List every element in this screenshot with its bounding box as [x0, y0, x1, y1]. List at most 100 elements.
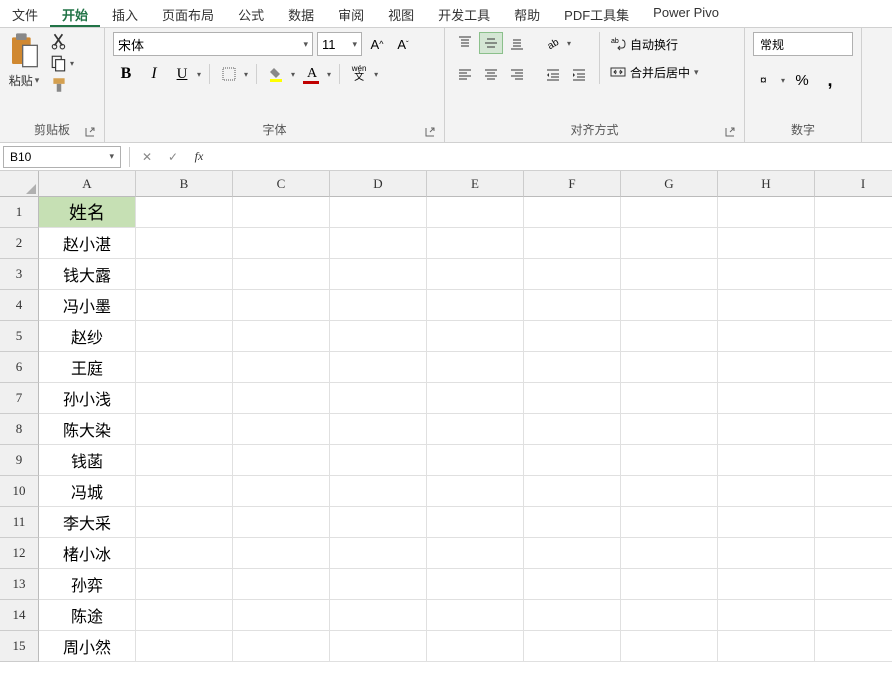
percent-format-button[interactable]: % [789, 68, 815, 92]
row-header[interactable]: 10 [0, 476, 39, 507]
cell-I12[interactable] [815, 538, 892, 569]
cell-E8[interactable] [427, 414, 524, 445]
cell-F9[interactable] [524, 445, 621, 476]
cell-C14[interactable] [233, 600, 330, 631]
cell-B10[interactable] [136, 476, 233, 507]
accounting-dropdown[interactable]: ▾ [779, 76, 787, 85]
col-header-d[interactable]: D [330, 171, 427, 197]
cell-D1[interactable] [330, 197, 427, 228]
col-header-a[interactable]: A [39, 171, 136, 197]
cell-B4[interactable] [136, 290, 233, 321]
cell-E10[interactable] [427, 476, 524, 507]
cell-D8[interactable] [330, 414, 427, 445]
cell-F11[interactable] [524, 507, 621, 538]
cell-A13[interactable]: 孙弈 [39, 569, 136, 600]
cell-G6[interactable] [621, 352, 718, 383]
cell-I15[interactable] [815, 631, 892, 662]
cell-F12[interactable] [524, 538, 621, 569]
align-middle[interactable] [479, 32, 503, 54]
align-center[interactable] [479, 64, 503, 86]
cell-I14[interactable] [815, 600, 892, 631]
row-header[interactable]: 9 [0, 445, 39, 476]
cell-A4[interactable]: 冯小墨 [39, 290, 136, 321]
phonetic-button[interactable]: wén文 [346, 62, 372, 86]
cell-A7[interactable]: 孙小浅 [39, 383, 136, 414]
paste-button[interactable]: 粘贴 ▾ [9, 72, 40, 89]
increase-font-size[interactable]: A^ [366, 33, 388, 55]
cell-I7[interactable] [815, 383, 892, 414]
menu-insert[interactable]: 插入 [100, 0, 150, 27]
cell-C9[interactable] [233, 445, 330, 476]
align-bottom[interactable] [505, 32, 529, 54]
cell-A2[interactable]: 赵小湛 [39, 228, 136, 259]
cell-B9[interactable] [136, 445, 233, 476]
row-header[interactable]: 11 [0, 507, 39, 538]
cell-H7[interactable] [718, 383, 815, 414]
col-header-i[interactable]: I [815, 171, 892, 197]
cell-H1[interactable] [718, 197, 815, 228]
row-header[interactable]: 12 [0, 538, 39, 569]
cell-E2[interactable] [427, 228, 524, 259]
cell-H14[interactable] [718, 600, 815, 631]
menu-developer[interactable]: 开发工具 [426, 0, 502, 27]
cell-I9[interactable] [815, 445, 892, 476]
cell-I10[interactable] [815, 476, 892, 507]
menu-home[interactable]: 开始 [50, 0, 100, 27]
cell-I2[interactable] [815, 228, 892, 259]
cell-I8[interactable] [815, 414, 892, 445]
cell-C4[interactable] [233, 290, 330, 321]
col-header-e[interactable]: E [427, 171, 524, 197]
wrap-text-button[interactable]: ab 自动换行 [606, 32, 703, 56]
cell-A12[interactable]: 楮小冰 [39, 538, 136, 569]
row-header[interactable]: 2 [0, 228, 39, 259]
cell-A8[interactable]: 陈大染 [39, 414, 136, 445]
cell-H13[interactable] [718, 569, 815, 600]
cell-I5[interactable] [815, 321, 892, 352]
cell-D7[interactable] [330, 383, 427, 414]
row-header[interactable]: 13 [0, 569, 39, 600]
cell-D5[interactable] [330, 321, 427, 352]
cell-F13[interactable] [524, 569, 621, 600]
cell-C12[interactable] [233, 538, 330, 569]
cell-B1[interactable] [136, 197, 233, 228]
cancel-formula-icon[interactable]: ✕ [138, 148, 156, 166]
copy-icon[interactable] [50, 54, 68, 72]
cell-I1[interactable] [815, 197, 892, 228]
cell-E15[interactable] [427, 631, 524, 662]
cell-E7[interactable] [427, 383, 524, 414]
col-header-c[interactable]: C [233, 171, 330, 197]
cell-G15[interactable] [621, 631, 718, 662]
cell-B15[interactable] [136, 631, 233, 662]
cell-E6[interactable] [427, 352, 524, 383]
bold-button[interactable]: B [113, 62, 139, 86]
cell-D6[interactable] [330, 352, 427, 383]
cell-F8[interactable] [524, 414, 621, 445]
cell-C11[interactable] [233, 507, 330, 538]
cell-G13[interactable] [621, 569, 718, 600]
align-right[interactable] [505, 64, 529, 86]
select-all-corner[interactable] [0, 171, 39, 197]
orientation-dropdown[interactable]: ▾ [565, 39, 573, 48]
cell-C3[interactable] [233, 259, 330, 290]
cell-E9[interactable] [427, 445, 524, 476]
alignment-launcher-icon[interactable] [724, 126, 736, 138]
cell-G1[interactable] [621, 197, 718, 228]
col-header-g[interactable]: G [621, 171, 718, 197]
cell-H15[interactable] [718, 631, 815, 662]
cell-D15[interactable] [330, 631, 427, 662]
border-button[interactable] [216, 62, 242, 86]
cell-H3[interactable] [718, 259, 815, 290]
accounting-format-button[interactable]: ¤ [753, 68, 779, 92]
menu-view[interactable]: 视图 [376, 0, 426, 27]
name-box[interactable]: B10 ▾ [3, 146, 121, 168]
cell-C1[interactable] [233, 197, 330, 228]
cell-A14[interactable]: 陈途 [39, 600, 136, 631]
cell-E5[interactable] [427, 321, 524, 352]
font-color-button[interactable]: A [299, 62, 325, 86]
cell-C7[interactable] [233, 383, 330, 414]
enter-formula-icon[interactable]: ✓ [164, 148, 182, 166]
cell-F2[interactable] [524, 228, 621, 259]
cell-F3[interactable] [524, 259, 621, 290]
phonetic-dropdown[interactable]: ▾ [372, 70, 380, 79]
cell-A6[interactable]: 王庭 [39, 352, 136, 383]
